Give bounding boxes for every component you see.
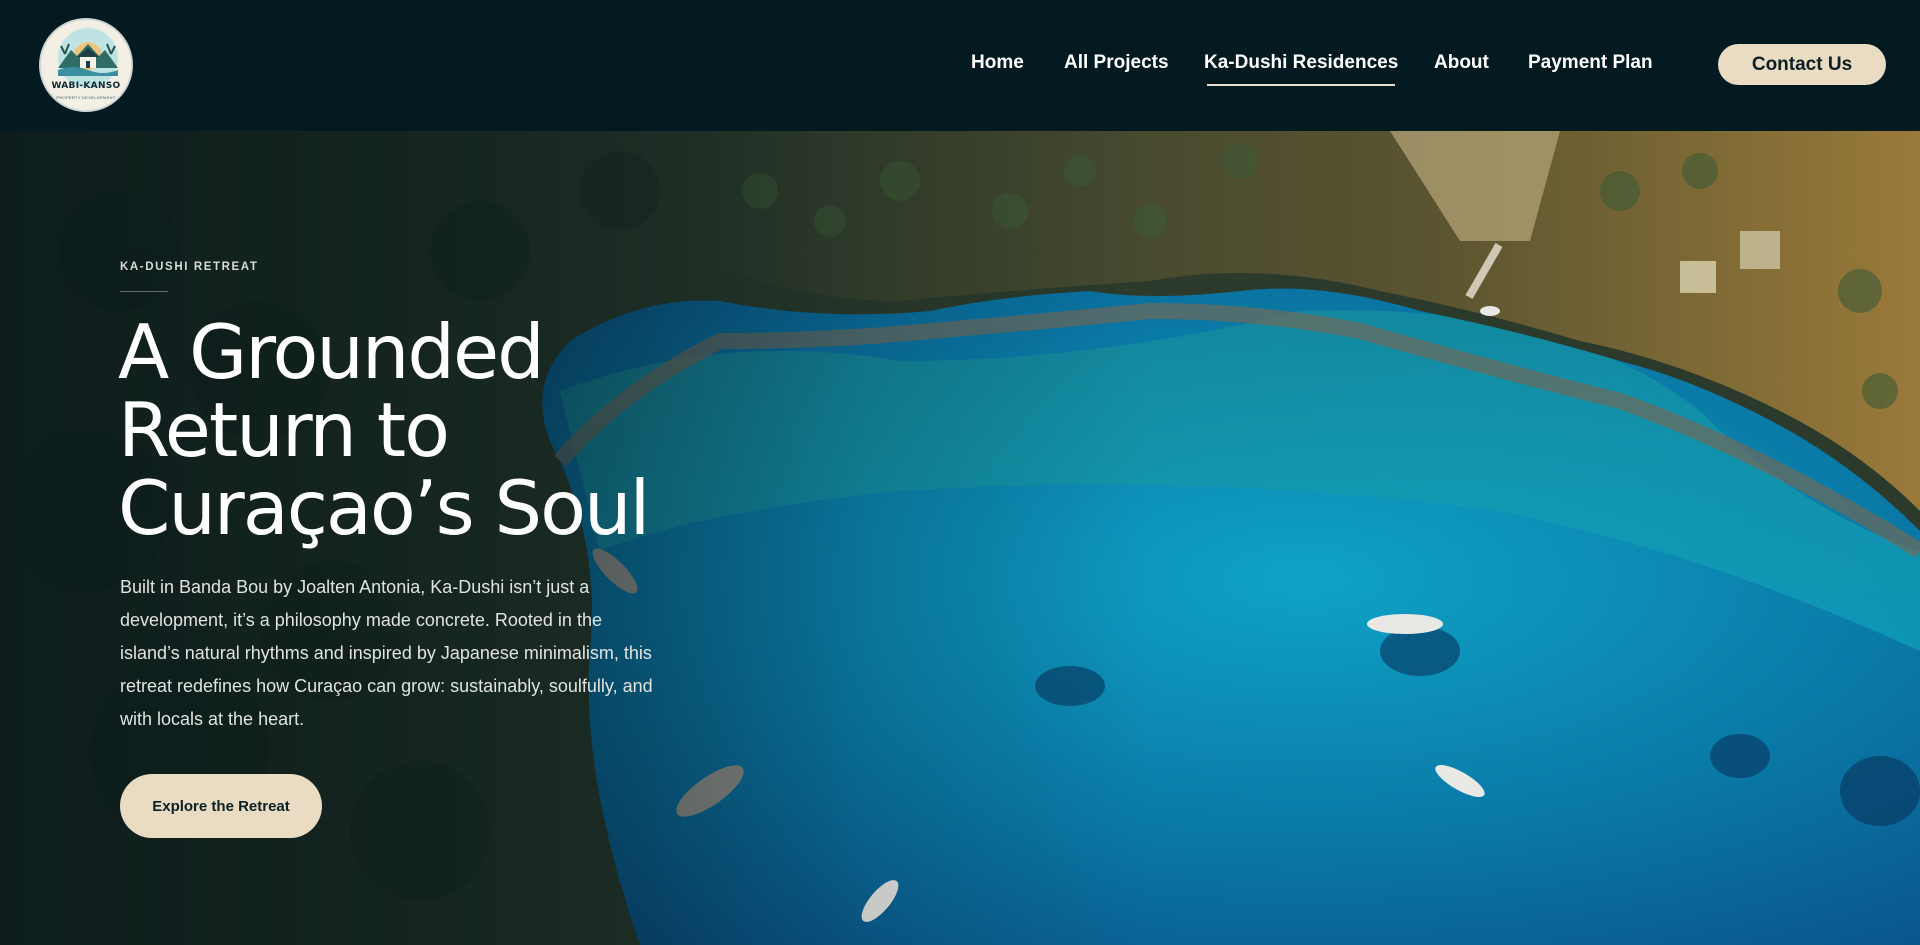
nav-about[interactable]: About: [1434, 52, 1489, 74]
nav-home[interactable]: Home: [971, 52, 1024, 74]
hero-section: KA-DUSHI RETREAT A Grounded Return to Cu…: [0, 131, 1920, 945]
hero-description: Built in Banda Bou by Joalten Antonia, K…: [120, 577, 653, 729]
site-header: WABI-KANSO PROPERTY DEVELOPMENT Home All…: [0, 0, 1920, 131]
explore-retreat-button[interactable]: Explore the Retreat: [120, 774, 322, 838]
headline-line-3: Curaçao’s Soul: [118, 464, 650, 552]
headline-line-2: Return to: [118, 386, 450, 474]
headline-line-1: A Grounded: [118, 308, 545, 396]
logo-wordmark: WABI-KANSO: [51, 81, 121, 91]
nav-ka-dushi-residences[interactable]: Ka-Dushi Residences: [1204, 52, 1398, 86]
contact-us-button[interactable]: Contact Us: [1718, 44, 1886, 85]
hero-headline: A Grounded Return to Curaçao’s Soul: [118, 313, 758, 547]
logo-tagline: PROPERTY DEVELOPMENT: [56, 95, 116, 100]
brand-logo[interactable]: WABI-KANSO PROPERTY DEVELOPMENT: [39, 18, 133, 112]
eyebrow-divider: [120, 291, 168, 292]
nav-all-projects[interactable]: All Projects: [1064, 52, 1169, 74]
nav-payment-plan[interactable]: Payment Plan: [1528, 52, 1653, 74]
hero-eyebrow: KA-DUSHI RETREAT: [120, 261, 259, 273]
